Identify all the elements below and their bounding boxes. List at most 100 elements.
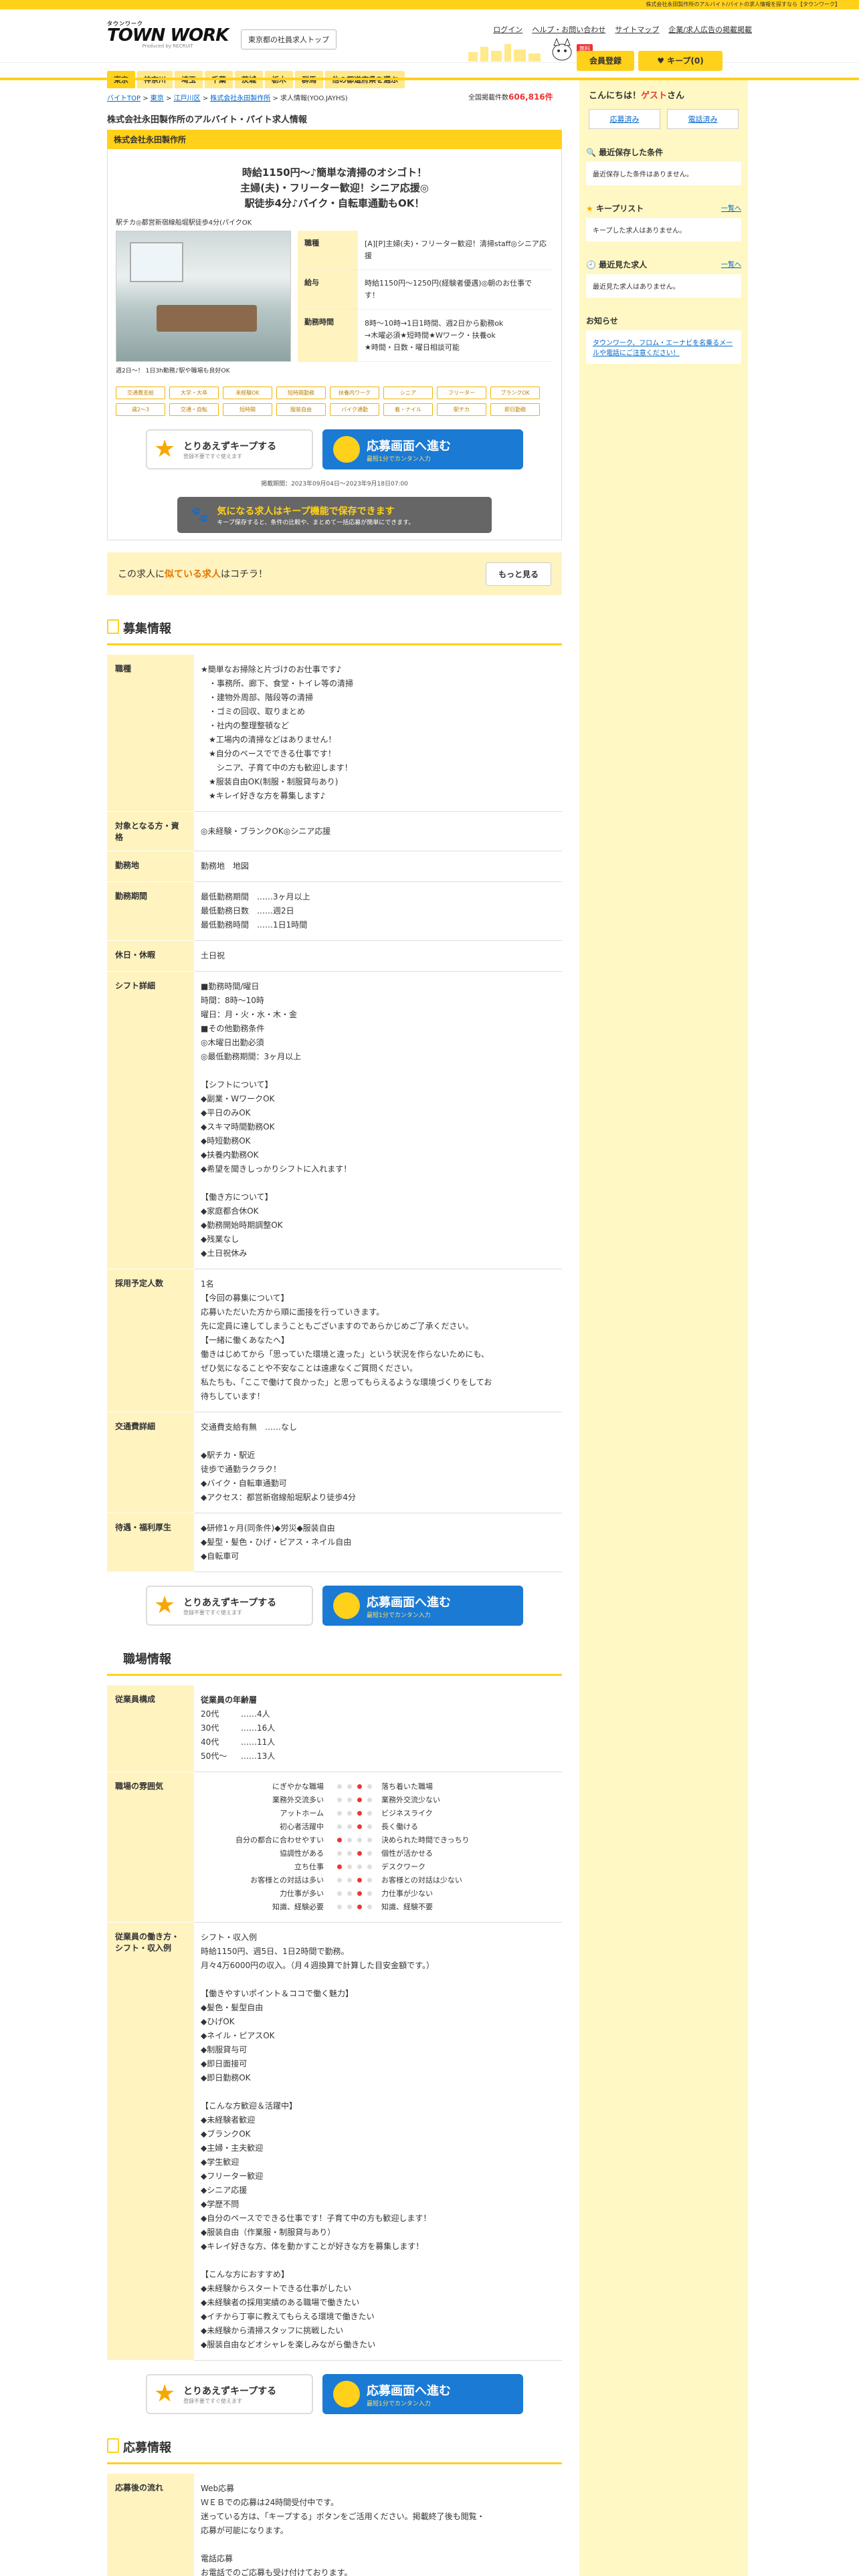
more-similar-button[interactable]: もっと見る (485, 562, 551, 586)
keep-list: ★ キープリスト 一覧へ キープした求人はありません。 (579, 193, 748, 241)
hand-icon (333, 436, 360, 463)
scale-dot (357, 1864, 362, 1869)
breadcrumb-item[interactable]: 株式会社永田製作所 (210, 95, 270, 102)
row-value: 1名 【今回の募集について】 応募いただいた方から順に面接を行っていきます。 先… (194, 1269, 562, 1412)
keep-button[interactable]: ★ とりあえずキープする 登録不要ですぐ使えます (146, 2374, 313, 2414)
applied-button[interactable]: 応募済み (589, 109, 660, 129)
saved-title: 最近保存した条件 (599, 148, 664, 157)
recent-title: 最近見た求人 (599, 260, 648, 270)
sitemap-link[interactable]: サイトマップ (615, 24, 659, 35)
apply-heading: 応募情報 (107, 2434, 562, 2464)
age-row: 50代〜 ……13人 (201, 1749, 555, 1763)
apply-button[interactable]: 応募画面へ進む 最短1分でカンタン入力 (322, 429, 523, 469)
site-logo[interactable]: タウンワーク TOWN WORK Produced by RECRUIT (107, 20, 229, 49)
row-value: ★簡単なお掃除と片づけのお仕事です♪ ・事務所、廊下、食堂・トイレ等の清掃 ・建… (194, 655, 562, 812)
store-top-button[interactable]: 東京都の社員求人トップ (241, 29, 337, 49)
keep-feature-banner[interactable]: 🐾 気になる求人はキープ機能で保存できます キープ保存すると、条件の比較や、まとめ… (177, 497, 492, 533)
star-icon: ★ (154, 435, 176, 463)
workplace-heading-label: 職場情報 (123, 1652, 171, 1667)
row-label: シフト詳細 (107, 971, 194, 1269)
apply-button-sub: 最短1分でカンタン入力 (367, 2400, 431, 2407)
atmosphere-left: 力仕事が多い (280, 1889, 324, 1898)
atmosphere-left: お客様との対話は多い (250, 1876, 324, 1885)
scale-dot (357, 1905, 362, 1909)
keep-banner-sub: キープ保存すると、条件の比較や、まとめて一括応募が簡単にできます。 (217, 519, 415, 526)
login-link[interactable]: ログイン (493, 24, 522, 35)
scale-dot (337, 1798, 342, 1802)
row-label: 従業員構成 (107, 1685, 194, 1772)
feature-tags: 交通費支給 大学・大卒 未経験OK 短時間勤務 扶養内ワーク シニア フリーター ブラン… (116, 387, 553, 416)
apply-button[interactable]: 応募画面へ進む 最短1分でカンタン入力 (322, 2374, 523, 2414)
keep-list-link[interactable]: 一覧へ (721, 203, 741, 214)
phoned-button[interactable]: 電話済み (667, 109, 739, 129)
scale-dot (347, 1905, 352, 1909)
scale-dot (347, 1878, 352, 1883)
keep-button-label: とりあえずキープする (183, 2385, 277, 2397)
logo-main-text: TOWN WORK (107, 25, 229, 45)
keep-list-label: キープ(0) (667, 56, 704, 66)
keep-button-label: とりあえずキープする (183, 441, 277, 452)
row-label: 勤務地 (107, 851, 194, 882)
feature-tag: 着・ナイル (383, 403, 433, 416)
clock-icon: 🕘 (586, 260, 599, 270)
atmosphere-right: 知識、経験不要 (381, 1903, 433, 1911)
job-overview: 職種 [A][P]主婦(夫)・フリーター歓迎！清掃staff◎シニア応援 給与 時給… (116, 231, 553, 362)
summary-value: [A][P]主婦(夫)・フリーター歓迎！清掃staff◎シニア応援 (358, 231, 553, 271)
scale-dot (367, 1851, 372, 1856)
company-name: 株式会社永田製作所 (107, 130, 562, 149)
breadcrumb-item[interactable]: 東京 (151, 95, 164, 102)
breadcrumb-current: 求人情報(YOO.JAYHS) (280, 95, 348, 102)
notice-link[interactable]: タウンワーク、フロム・エーナビを名乗るメールや電話にご注意ください！ (586, 330, 741, 364)
summary-label: 勤務時間 (298, 309, 358, 362)
town-illustration (468, 44, 541, 62)
atmosphere-dots (328, 1780, 381, 1794)
feature-tag: 即日勤務 (490, 403, 540, 416)
atmosphere-dots (328, 1807, 381, 1820)
similar-suffix: はコチラ！ (221, 569, 268, 580)
atmosphere-left: にぎやかな職場 (272, 1782, 324, 1791)
apply-button-sub: 最短1分でカンタン入力 (367, 1612, 431, 1619)
apply-button[interactable]: 応募画面へ進む 最短1分でカンタン入力 (322, 1586, 523, 1626)
row-value[interactable]: 勤務地 地図 (194, 851, 562, 882)
atmosphere-dots (328, 1874, 381, 1887)
table-row: 休日・休暇 土日祝 (107, 940, 562, 972)
member-register-button[interactable]: 会員登録 (577, 51, 634, 71)
row-value: ◎未経験・ブランクOK◎シニア応援 (194, 811, 562, 851)
star-icon: ★ (154, 2380, 176, 2407)
scale-dot (367, 1864, 372, 1869)
total-label: 全国掲載件数 (468, 94, 508, 102)
keep-button-sub: 登録不要ですぐ使えます (183, 2397, 242, 2404)
atmosphere-dots (328, 1847, 381, 1860)
star-icon: ★ (154, 1592, 176, 1619)
cta-row-2: ★ とりあえずキープする 登録不要ですぐ使えます 応募画面へ進む 最短1分でカンタン入… (107, 1586, 562, 1626)
similar-prefix: この求人に (118, 569, 165, 580)
feature-tag: 週2〜3 (116, 403, 165, 416)
row-value: ■勤務時間/曜日 時間：8時〜10時 曜日：月・火・水・木・金 ■その他勤務条件… (194, 971, 562, 1269)
scale-dot (347, 1784, 352, 1789)
table-row: 待遇・福利厚生 ◆研修1ヶ月(同条件)◆労災◆服装自由 ◆髪型・髪色・ひげ・ピアス… (107, 1513, 562, 1572)
pencil-icon (107, 2438, 119, 2453)
scale-dot (367, 1811, 372, 1816)
atmosphere-left: 初心者活躍中 (280, 1822, 324, 1831)
scale-dot (337, 1838, 342, 1842)
help-link[interactable]: ヘルプ・お問い合わせ (532, 24, 605, 35)
scale-dot (367, 1905, 372, 1909)
row-label: 対象となる方・資格 (107, 811, 194, 851)
keep-button[interactable]: ★ とりあえずキープする 登録不要ですぐ使えます (146, 1586, 313, 1626)
atmosphere-right: 決められた時間できっちり (381, 1836, 470, 1844)
feature-tag: 駅チカ (437, 403, 486, 416)
recent-list-link[interactable]: 一覧へ (721, 259, 741, 270)
summary-value: 時給1150円〜1250円(経験者優遇)◎朝のお仕事です！ (358, 270, 553, 310)
scale-dot (367, 1798, 372, 1802)
main-content: 株式会社永田製作所 時給1150円〜♪簡単な清掃のオシゴト！ 主婦(夫)・フリー… (107, 130, 562, 2576)
heart-icon: ♥ (657, 56, 668, 66)
keep-list-button[interactable]: ♥ キープ(0) (638, 51, 723, 71)
keep-button[interactable]: ★ とりあえずキープする 登録不要ですぐ使えます (146, 429, 313, 469)
recent-jobs: 🕘 最近見た求人 一覧へ 最近見た求人はありません。 (579, 249, 748, 298)
advertiser-link[interactable]: 企業/求人広告の掲載掲載 (668, 24, 752, 35)
row-label: 応募後の流れ (107, 2474, 194, 2576)
feature-tag: 未経験OK (223, 387, 272, 399)
catch-line: 駅徒歩4分♪バイク・自転車通勤もOK！ (244, 197, 425, 209)
breadcrumb-item[interactable]: 江戸川区 (174, 95, 201, 102)
breadcrumb-item[interactable]: バイトTOP (107, 95, 140, 102)
